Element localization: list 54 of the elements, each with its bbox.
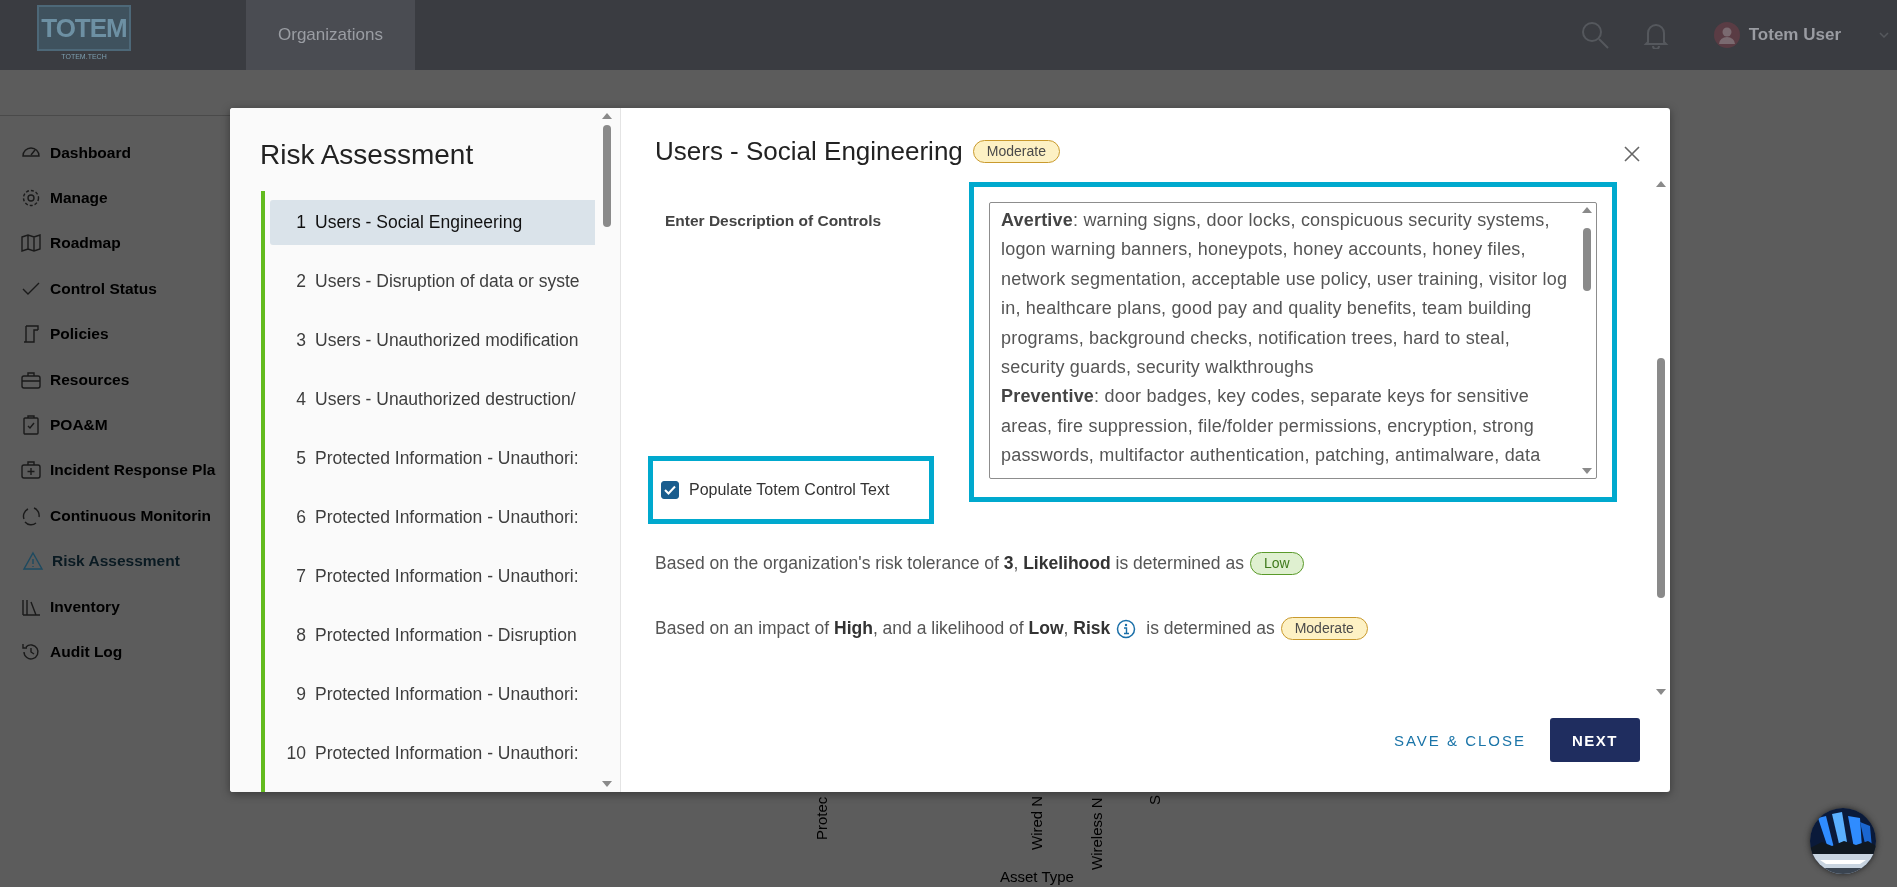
step-list-item[interactable]: 7 Protected Information - Unauthori: xyxy=(270,554,595,599)
sidebar-item[interactable]: Resources xyxy=(0,356,230,403)
step-list-item[interactable]: 2 Users - Disruption of data or syste xyxy=(270,259,595,304)
map-icon xyxy=(20,232,42,255)
risk-level-badge: Low xyxy=(1249,552,1304,575)
dialog-title: Risk Assessment xyxy=(260,139,475,171)
warning-icon xyxy=(22,550,44,573)
first-aid-kit-icon xyxy=(20,459,42,482)
step-list-item[interactable]: 3 Users - Unauthorized modification xyxy=(270,318,595,363)
user-name[interactable]: Totem User xyxy=(1748,25,1841,45)
step-list-item[interactable]: 5 Protected Information - Unauthori: xyxy=(270,436,595,481)
info-icon[interactable] xyxy=(1116,618,1137,639)
sidebar-item[interactable]: Dashboard xyxy=(0,130,230,176)
sidebar-item[interactable]: Manage xyxy=(0,175,230,221)
step-list-item[interactable]: 8 Protected Information - Disruption xyxy=(270,613,595,658)
likelihood-sentence: Based on the organization's risk tolerance of 3, Likelihood is determined as xyxy=(655,553,1244,574)
sidebar-item[interactable]: Inventory xyxy=(0,583,230,630)
logo-text: TOTEM xyxy=(37,5,131,51)
control-paragraph: Preventive: door badges, key codes, separate keys for sensitive areas, fire suppression, file/folder permissions, encryption, strong passwords, multifactor authentication, patching, antimalware, data xyxy=(1001,385,1542,468)
history-icon xyxy=(20,641,42,663)
controls-text-area[interactable] xyxy=(989,202,1597,479)
step-list-item[interactable]: 9 Protected Information - Unauthori: xyxy=(270,672,595,717)
step-heading: Users - Social Engineering xyxy=(655,135,963,167)
step-list-item[interactable]: 4 Users - Unauthorized destruction/ xyxy=(270,377,595,422)
axis-tick-label: Wired N xyxy=(1028,795,1046,850)
axis-tick-label: Protec xyxy=(813,796,831,840)
checkmark-icon xyxy=(664,485,676,495)
step-list-item[interactable]: 6 Protected Information - Unauthori: xyxy=(270,495,595,540)
nav-tab[interactable]: Organizations xyxy=(246,0,415,70)
sidebar-item[interactable]: Roadmap xyxy=(0,220,230,267)
risk-level-badge: Moderate xyxy=(1280,617,1368,640)
sidebar-item[interactable]: Continuous Monitorin xyxy=(0,493,230,539)
control-paragraph: Avertive: warning signs, door locks, conspicuous security systems, logon warning banners, honeypots, honey accounts, honey files, network segmentation, acceptable use policy, user training, visitor log in, healthcare plans, good pay and quality benefits, team building programs, background checks, notification trees, hard to steal, security guards, security walkthroughs xyxy=(1001,209,1569,380)
sidebar-item[interactable]: Incident Response Pla xyxy=(0,447,230,494)
risk-sentence-end: is determined as xyxy=(1146,618,1275,639)
axis-tick-label: Wireless N xyxy=(1088,797,1106,870)
clipboard-icon xyxy=(20,414,42,437)
sidebar-item[interactable]: Control Status xyxy=(0,266,230,312)
step-list-item[interactable]: 10 Protected Information - Unauthori: xyxy=(270,731,595,776)
sidebar-item[interactable]: Risk Assessment xyxy=(0,538,230,584)
risk-level-badge: Moderate xyxy=(972,139,1060,163)
axis-title: Asset Type xyxy=(1000,868,1074,886)
sidebar-item[interactable]: POA&M xyxy=(0,402,230,448)
axis-tick-label: S xyxy=(1146,795,1164,805)
next-button[interactable]: NEXT xyxy=(1550,718,1640,762)
field-label: Enter Description of Controls xyxy=(665,212,883,230)
sidebar-item[interactable]: Audit Log xyxy=(0,629,230,675)
populate-checkbox[interactable]: Populate Totem Control Text xyxy=(661,481,890,499)
step-list-item[interactable]: 1 Users - Social Engineering xyxy=(270,200,595,245)
risk-sentence: Based on an impact of High, and a likelihood of Low, Risk xyxy=(655,618,1111,639)
user-avatar-icon[interactable] xyxy=(1712,21,1741,49)
sidebar-item[interactable]: Policies xyxy=(0,311,230,357)
close-icon[interactable] xyxy=(1624,146,1640,162)
save-and-close-button[interactable]: SAVE & CLOSE xyxy=(1385,723,1534,757)
